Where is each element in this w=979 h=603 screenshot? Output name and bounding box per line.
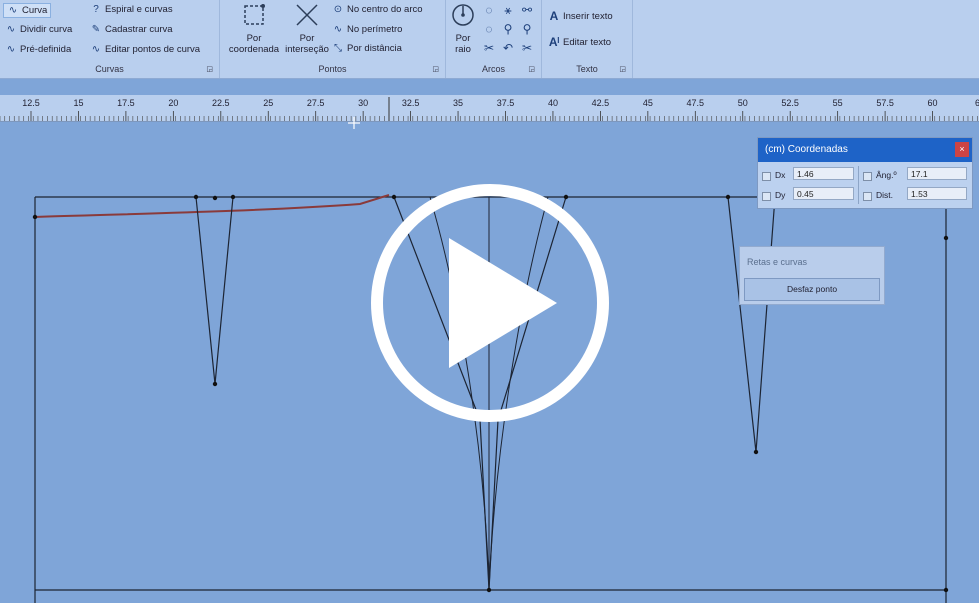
editar-pontos-curva-button[interactable]: ∿ Editar pontos de curva: [90, 44, 200, 55]
por-coordenada-button[interactable]: Por coordenada: [225, 3, 283, 55]
curvas-launcher-icon[interactable]: ◲: [206, 65, 213, 73]
dx-field[interactable]: [793, 167, 854, 180]
ruler-ticks: 12.5 15 17.5 20 22.5 25 27.5 30 32.5 35 37.5 40 42.5…: [0, 97, 979, 121]
horizontal-ruler: 12.5 15 17.5 20 22.5 25 27.5 30 32.5 35 37.5 40 42.5…: [0, 95, 979, 122]
register-curve-icon: ✎: [91, 24, 101, 35]
desfaz-ponto-button[interactable]: Desfaz ponto: [744, 278, 880, 301]
arcos-group-label: Arcos: [481, 64, 505, 74]
ruler-tick-label: 17.5: [117, 98, 135, 108]
curvas-group-label: Curvas: [95, 64, 124, 74]
curvas-group: ∿ Curva ∿ Dividir curva ∿ Pré-definida ? Esp…: [0, 0, 220, 78]
play-icon[interactable]: [369, 182, 611, 424]
ruler-tick-label: 57.5: [876, 98, 894, 108]
ruler-tick-label: 50: [738, 98, 748, 108]
por-distancia-button[interactable]: ⤡ Por distância: [332, 43, 402, 54]
dx-checkbox[interactable]: [762, 172, 771, 181]
editar-texto-button[interactable]: Aˡ Editar texto: [548, 35, 611, 49]
split-curve-icon: ∿: [6, 24, 16, 35]
por-intersecao-button[interactable]: Por interseção: [282, 3, 332, 55]
intersection-icon: [296, 4, 318, 26]
insert-text-icon: A: [549, 9, 559, 23]
dx-label: Dx: [775, 170, 786, 180]
angulo-label: Âng.º: [876, 170, 897, 180]
arc-split-icon[interactable]: ⚲: [520, 22, 534, 36]
ruler-tick-label: 45: [643, 98, 653, 108]
distancia-checkbox[interactable]: [863, 192, 872, 201]
arc-circle-icon[interactable]: ◌: [482, 22, 496, 36]
dy-label: Dy: [775, 190, 786, 200]
arc-cut-icon[interactable]: ✂: [520, 41, 534, 55]
texto-group: A Inserir texto Aˡ Editar texto Texto ◲: [542, 0, 633, 78]
pontos-group-label: Pontos: [318, 64, 347, 74]
close-icon[interactable]: ×: [955, 142, 969, 157]
por-raio-button[interactable]: Por raio: [448, 3, 478, 55]
curve-icon: ∿: [8, 5, 18, 16]
cadastrar-curva-button[interactable]: ✎ Cadastrar curva: [90, 24, 173, 35]
ruler-tick-label: 35: [453, 98, 463, 108]
pontos-group: Por coordenada Por interseção ⊙ No centro…: [220, 0, 446, 78]
spiral-icon: ?: [93, 4, 99, 15]
ruler-tick-label: 47.5: [687, 98, 705, 108]
edit-text-icon: Aˡ: [548, 35, 560, 49]
arc-join-icon[interactable]: ⚯: [520, 3, 534, 17]
distancia-label: Dist.: [876, 190, 893, 200]
arc-edit-icon[interactable]: ⚲: [501, 22, 515, 36]
ruler-tick-label: 60: [928, 98, 938, 108]
coordenadas-panel: (cm) Coordenadas × Dx Dy Âng.º Dist.: [757, 137, 973, 209]
pontos-launcher-icon[interactable]: ◲: [432, 65, 439, 73]
espiral-curvas-button[interactable]: ? Espiral e curvas: [90, 4, 172, 15]
ruler-tick-label: 25: [263, 98, 273, 108]
arc-rotate-icon[interactable]: ↶: [501, 41, 515, 55]
ruler-tick-label: 32.5: [402, 98, 420, 108]
angulo-field[interactable]: [907, 167, 967, 180]
distancia-field[interactable]: [907, 187, 967, 200]
ruler-tick-label: 27.5: [307, 98, 325, 108]
retas-curvas-panel: Retas e curvas Desfaz ponto: [739, 246, 885, 305]
arc-scissors-icon[interactable]: ✂: [482, 41, 496, 55]
ruler-tick-label: 22.5: [212, 98, 230, 108]
ruler-tick-label: 30: [358, 98, 368, 108]
predefined-curve-icon: ∿: [6, 44, 16, 55]
dividir-curva-button[interactable]: ∿ Dividir curva: [5, 24, 72, 35]
dy-checkbox[interactable]: [762, 192, 771, 201]
ruler-tick-label: 52.5: [781, 98, 799, 108]
angulo-checkbox[interactable]: [863, 172, 872, 181]
ruler-tick-label: 55: [833, 98, 843, 108]
ribbon: ∿ Curva ∿ Dividir curva ∿ Pré-definida ? Esp…: [0, 0, 979, 79]
ruler-tick-label: 15: [73, 98, 83, 108]
pre-definida-button[interactable]: ∿ Pré-definida: [5, 44, 71, 55]
ruler-tick-label: 20: [168, 98, 178, 108]
distance-icon: ⤡: [334, 43, 342, 54]
curva-button[interactable]: ∿ Curva: [3, 3, 52, 18]
arc-center-icon: ⊙: [333, 4, 343, 15]
ruler-tick-label: 42.5: [592, 98, 610, 108]
ruler-tick-label: 40: [548, 98, 558, 108]
texto-launcher-icon[interactable]: ◲: [619, 65, 626, 73]
centro-arco-button[interactable]: ⊙ No centro do arco: [332, 4, 423, 15]
dy-field[interactable]: [793, 187, 854, 200]
arc-radius-icon: [452, 4, 474, 26]
point-coordinate-icon: [244, 4, 265, 25]
arc-3points-icon[interactable]: ◌: [482, 3, 496, 17]
ruler-tick-label: 62: [975, 98, 979, 108]
no-perimetro-button[interactable]: ∿ No perímetro: [332, 24, 403, 35]
arcos-group: Por raio ◌ ⚹ ⚯ ◌ ⚲ ⚲ ✂ ↶ ✂ Arcos ◲: [446, 0, 542, 78]
inserir-texto-button[interactable]: A Inserir texto: [548, 9, 613, 23]
ruler-tick-label: 12.5: [22, 98, 40, 108]
edit-points-icon: ∿: [91, 44, 101, 55]
panel-divider: [858, 166, 859, 204]
coordenadas-title-bar[interactable]: (cm) Coordenadas ×: [758, 138, 972, 162]
ruler-tick-label: 37.5: [497, 98, 515, 108]
arcos-launcher-icon[interactable]: ◲: [528, 65, 535, 73]
retas-curvas-title: Retas e curvas: [747, 257, 808, 267]
perimeter-icon: ∿: [333, 24, 343, 35]
arc-tangent-icon[interactable]: ⚹: [501, 3, 515, 18]
